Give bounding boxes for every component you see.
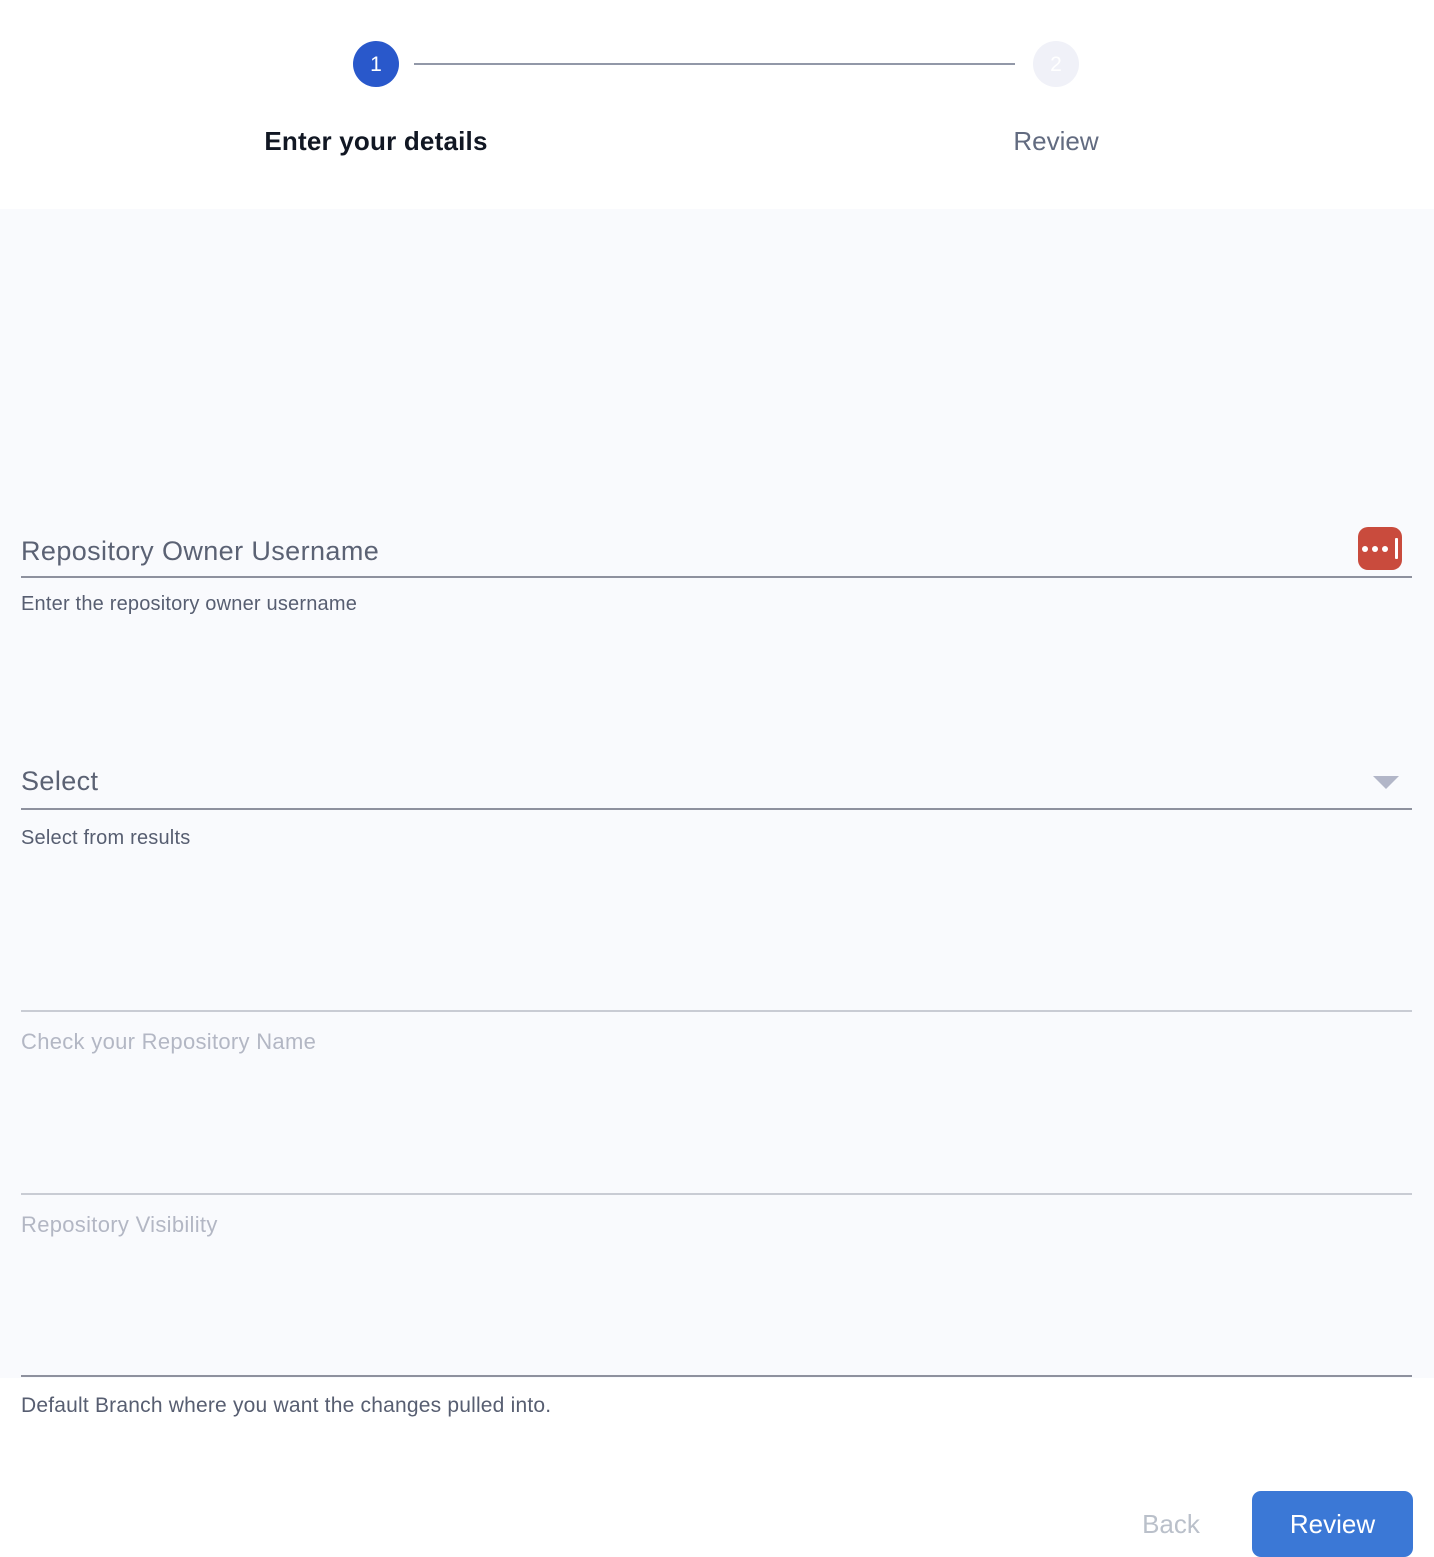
default-branch-underline <box>21 1375 1412 1377</box>
repository-visibility-helper: Repository Visibility <box>21 1212 218 1238</box>
step-1-indicator: 1 <box>353 41 399 87</box>
review-button[interactable]: Review <box>1252 1491 1413 1557</box>
repository-visibility-underline <box>21 1193 1412 1195</box>
project-select-value: Select <box>21 766 98 796</box>
back-button[interactable]: Back <box>1118 1499 1224 1549</box>
repository-name-underline <box>21 1010 1412 1012</box>
wizard-stepper: 1 2 Enter your details Review <box>0 0 1434 209</box>
password-manager-dot <box>1382 546 1388 552</box>
chevron-down-icon <box>1373 776 1399 789</box>
select-field-helper: Select from results <box>21 827 190 850</box>
step-2-number: 2 <box>1050 54 1062 75</box>
repository-name-input[interactable] <box>21 951 1412 1007</box>
step-1-label: Enter your details <box>264 126 487 157</box>
step-2-indicator: 2 <box>1033 41 1079 87</box>
password-manager-cursor-bar <box>1395 538 1398 559</box>
wizard-form: Enter the repository owner username Sele… <box>0 209 1434 1378</box>
repository-name-helper: Check your Repository Name <box>21 1029 316 1055</box>
project-select-dropdown[interactable]: Select <box>21 755 1412 807</box>
password-manager-autofill-icon[interactable] <box>1358 527 1402 570</box>
owner-field-helper: Enter the repository owner username <box>21 593 357 616</box>
repository-owner-username-input[interactable] <box>21 525 1341 577</box>
step-2-label: Review <box>1013 126 1098 157</box>
default-branch-helper: Default Branch where you want the change… <box>21 1394 551 1418</box>
select-field-underline <box>21 808 1412 810</box>
password-manager-dot <box>1362 546 1368 552</box>
password-manager-dot <box>1372 546 1378 552</box>
step-1-number: 1 <box>370 54 382 75</box>
step-connector-line <box>414 63 1015 65</box>
repository-visibility-input[interactable] <box>21 1134 1412 1190</box>
default-branch-input[interactable] <box>21 1316 1412 1372</box>
owner-field-underline <box>21 576 1412 578</box>
